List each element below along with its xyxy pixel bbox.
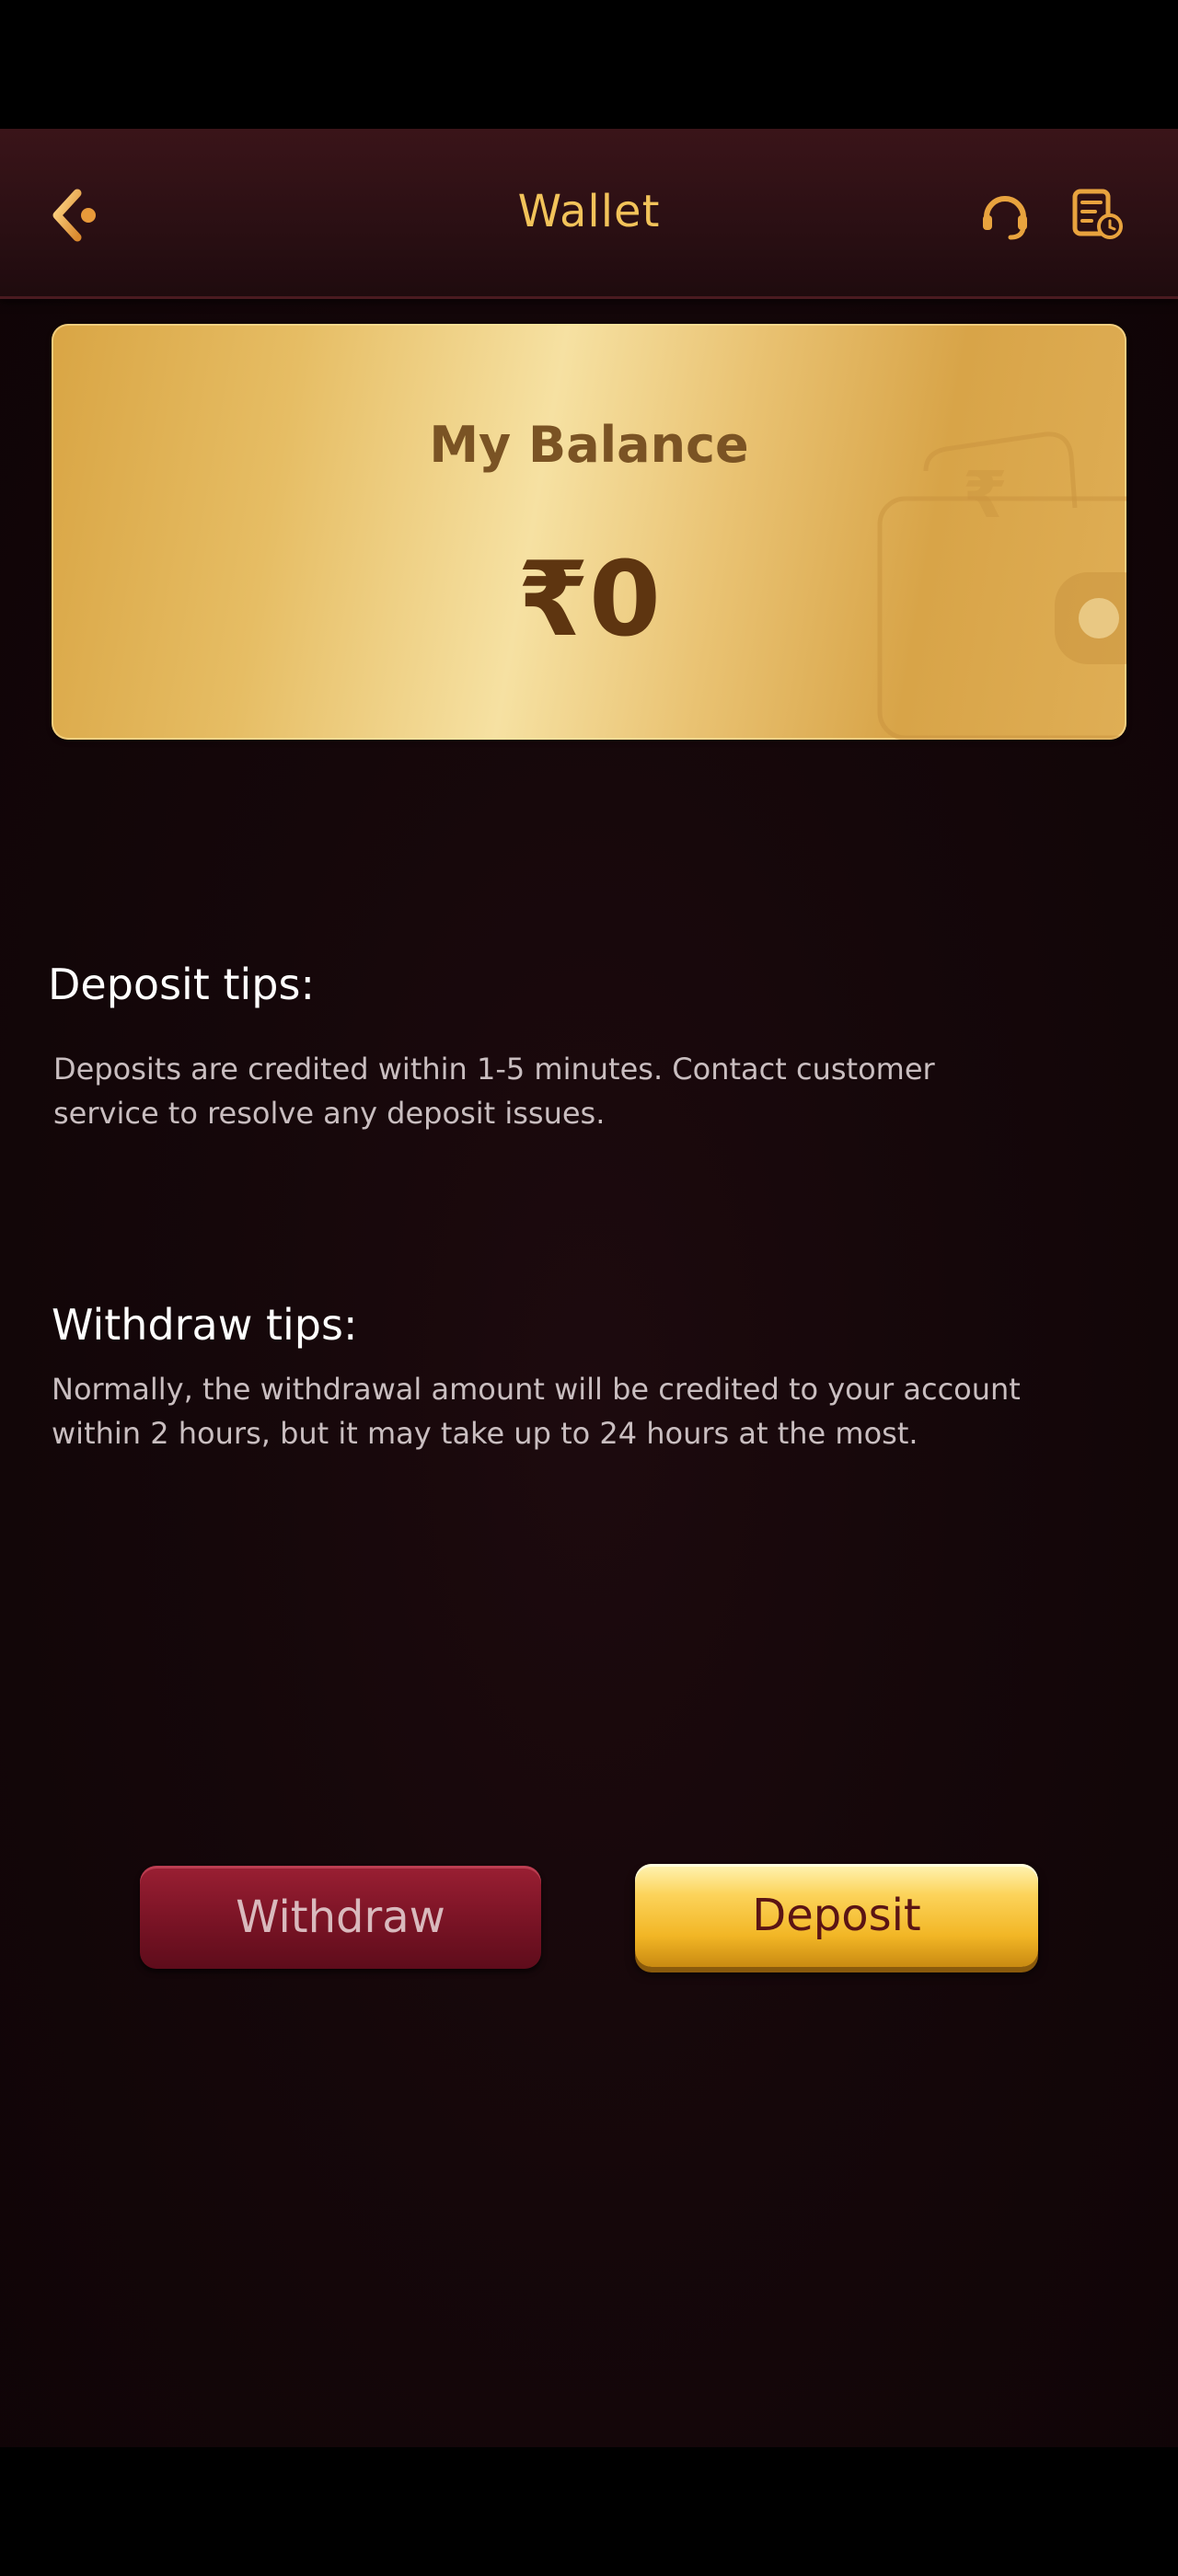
back-button[interactable] (46, 186, 105, 245)
withdraw-tips-heading: Withdraw tips: (52, 1300, 358, 1350)
headset-icon (983, 196, 1027, 240)
page-title: Wallet (517, 186, 661, 237)
receipt-history-icon (1072, 189, 1123, 239)
screen: Wallet ₹ My Balance ₹0 Deposit tips: Dep… (0, 0, 1178, 2576)
wallet-page: Wallet ₹ My Balance ₹0 Deposit tips: Dep… (0, 129, 1178, 2447)
status-bar-area (0, 0, 1178, 129)
chevron-left-icon (52, 189, 96, 242)
balance-card: ₹ My Balance ₹0 (52, 324, 1126, 740)
header-bar: Wallet (0, 129, 1178, 299)
transaction-history-button[interactable] (1066, 182, 1128, 247)
deposit-button[interactable]: Deposit (635, 1864, 1038, 1967)
navigation-bar-area (0, 2447, 1178, 2576)
deposit-tips-heading: Deposit tips: (48, 960, 315, 1009)
withdraw-tips-text: Normally, the withdrawal amount will be … (52, 1372, 1021, 1451)
balance-amount: ₹0 (517, 540, 661, 660)
deposit-tips-text: Deposits are credited within 1-5 minutes… (53, 1052, 935, 1131)
withdraw-button[interactable]: Withdraw (140, 1866, 541, 1969)
balance-label: My Balance (429, 416, 749, 474)
customer-service-button[interactable] (974, 184, 1036, 247)
